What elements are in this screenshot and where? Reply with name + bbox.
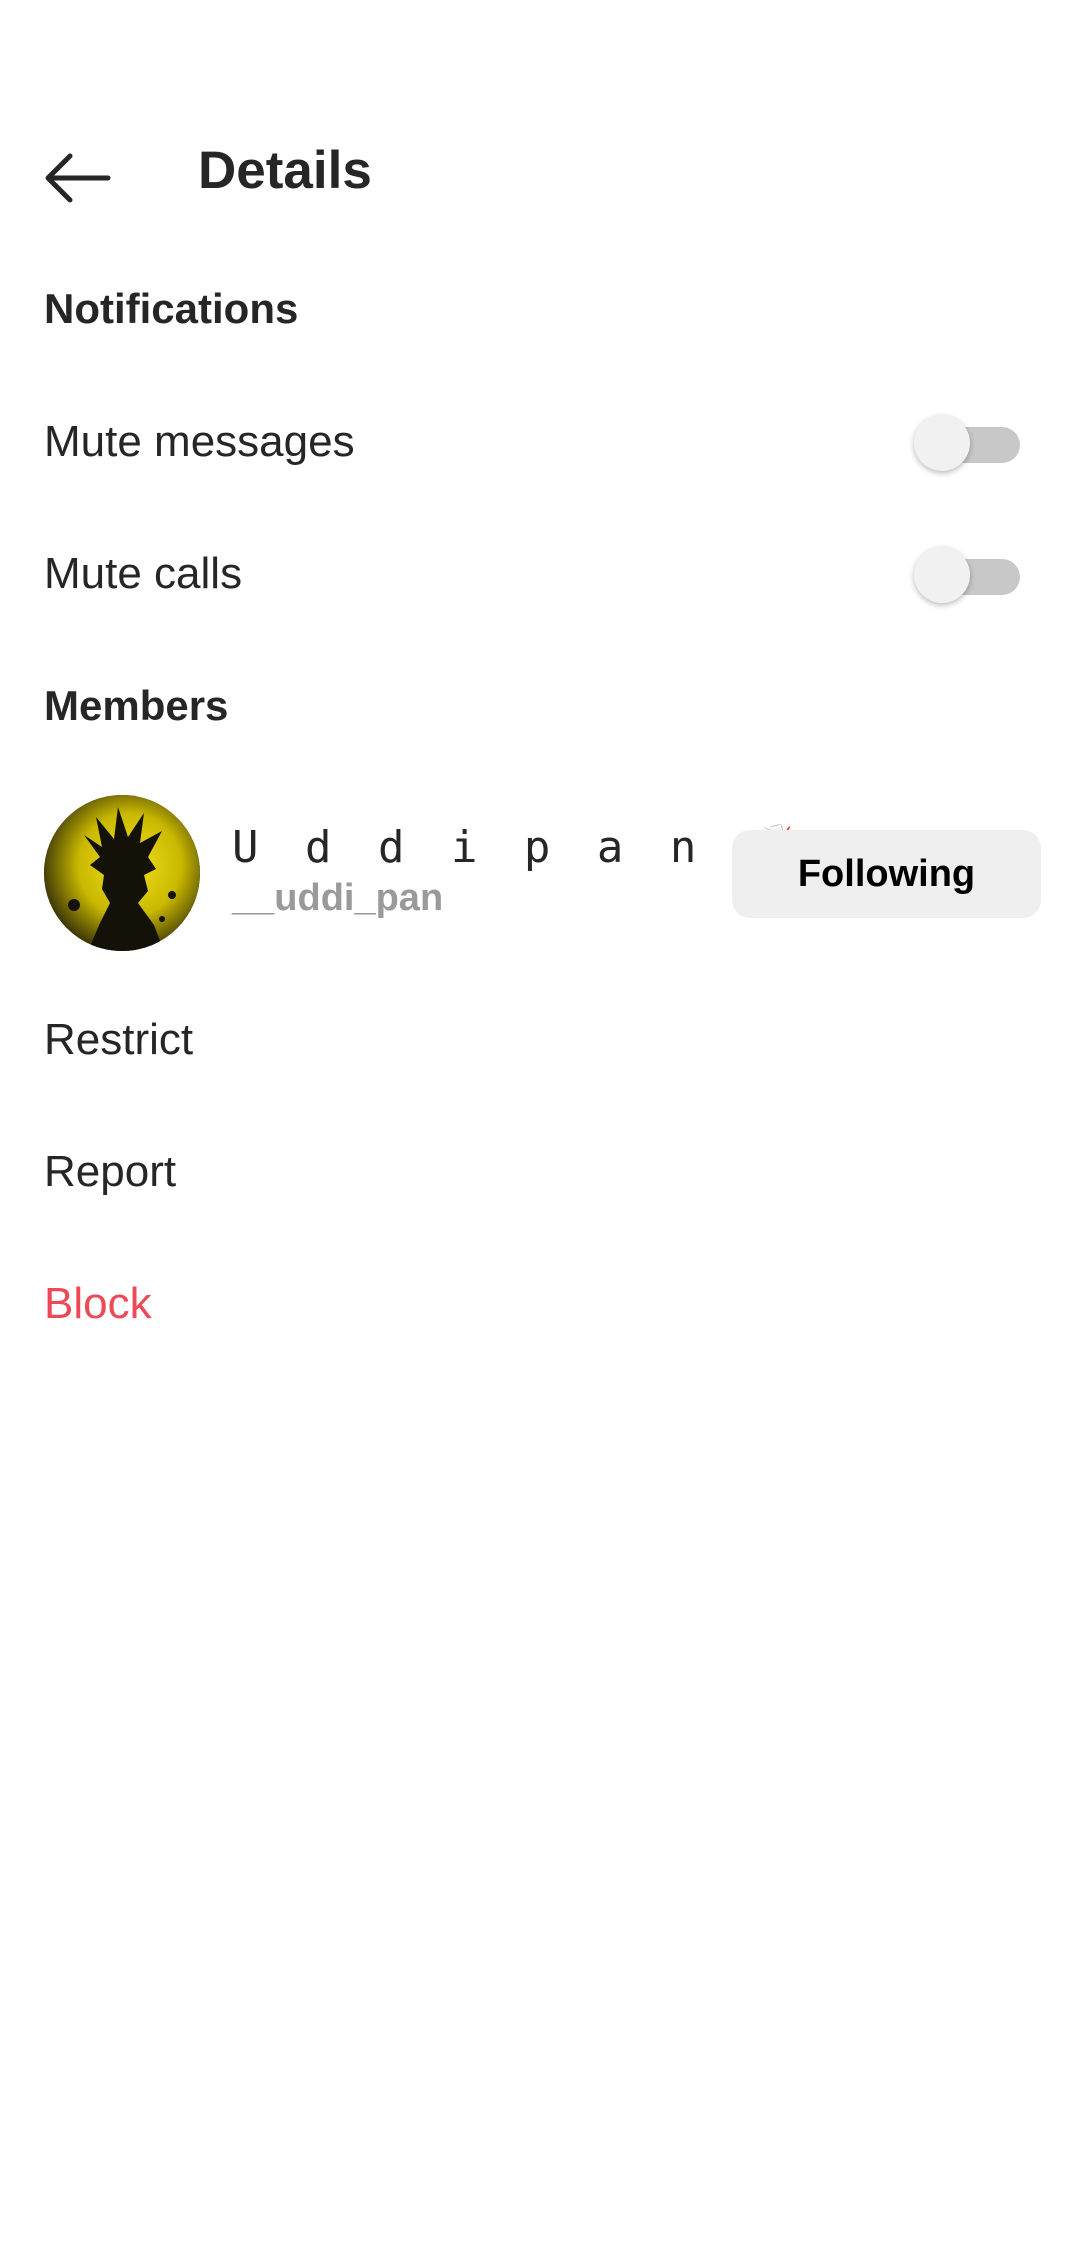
- following-button[interactable]: Following: [732, 830, 1041, 918]
- details-screen: Details Notifications Mute messages Mute…: [0, 0, 1080, 2246]
- report-row[interactable]: Report: [0, 1117, 1080, 1227]
- toggle-thumb: [914, 547, 970, 603]
- member-display-name: U d d i p a n 🥂: [232, 822, 808, 873]
- back-button[interactable]: [30, 132, 120, 222]
- top-bar: Details: [0, 110, 1080, 220]
- mute-calls-row[interactable]: Mute calls: [0, 519, 1080, 629]
- restrict-label: Restrict: [44, 1015, 194, 1064]
- profile-avatar[interactable]: [44, 795, 200, 951]
- notifications-section-title: Notifications: [44, 285, 299, 332]
- members-section-title: Members: [44, 682, 229, 729]
- arrow-left-icon: [45, 153, 111, 203]
- mute-calls-label: Mute calls: [44, 549, 243, 598]
- report-label: Report: [44, 1147, 177, 1196]
- mute-messages-row[interactable]: Mute messages: [0, 387, 1080, 497]
- avatar-image: [44, 795, 200, 951]
- block-row[interactable]: Block: [0, 1249, 1080, 1359]
- mute-calls-toggle[interactable]: [914, 547, 1024, 603]
- mute-messages-toggle[interactable]: [914, 415, 1024, 471]
- mute-messages-label: Mute messages: [44, 417, 355, 466]
- toggle-thumb: [914, 415, 970, 471]
- restrict-row[interactable]: Restrict: [0, 985, 1080, 1095]
- block-label: Block: [44, 1279, 152, 1328]
- member-username: __uddi_pan: [232, 877, 444, 919]
- member-row[interactable]: U d d i p a n 🥂 __uddi_pan Following: [0, 785, 1080, 960]
- page-title: Details: [198, 141, 372, 200]
